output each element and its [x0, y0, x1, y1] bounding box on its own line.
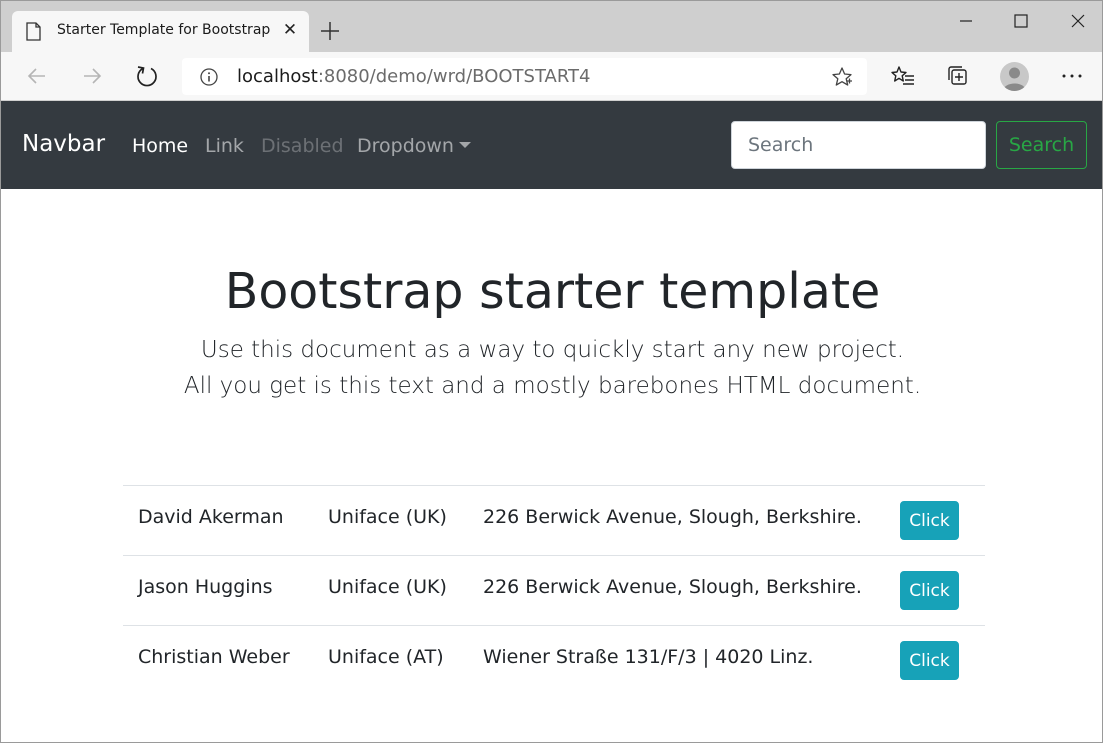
page-title: Bootstrap starter template: [224, 263, 881, 320]
new-tab-icon[interactable]: [317, 18, 343, 44]
favorites-icon[interactable]: [890, 63, 916, 89]
navbar: Navbar Home Link Disabled Dropdown Searc…: [1, 101, 1102, 189]
tab-title: Starter Template for Bootstrap: [57, 22, 271, 38]
nav-link-home[interactable]: Home: [132, 135, 188, 157]
minimize-icon[interactable]: [951, 9, 981, 33]
address-bar[interactable]: localhost:8080/demo/wrd/BOOTSTART4: [182, 58, 867, 95]
browser-toolbar: localhost:8080/demo/wrd/BOOTSTART4: [1, 52, 1102, 101]
maximize-icon[interactable]: [1006, 9, 1036, 33]
navbar-brand[interactable]: Navbar: [22, 131, 105, 157]
search-input[interactable]: [731, 121, 986, 169]
cell-address: 226 Berwick Avenue, Slough, Berkshire.: [483, 506, 862, 528]
cell-name: David Akerman: [138, 506, 284, 528]
favorite-star-icon[interactable]: [831, 66, 853, 88]
cell-company: Uniface (UK): [328, 506, 447, 528]
profile-avatar-icon[interactable]: [1000, 62, 1029, 91]
refresh-icon[interactable]: [134, 63, 160, 89]
lead-text-line-2: All you get is this text and a mostly ba…: [183, 373, 922, 399]
cell-company: Uniface (AT): [328, 646, 444, 668]
info-icon[interactable]: [199, 67, 219, 87]
url-path: :8080/demo/wrd/BOOTSTART4: [317, 66, 591, 87]
page-icon: [26, 22, 41, 41]
forward-arrow-icon[interactable]: [79, 63, 105, 89]
cell-address: 226 Berwick Avenue, Slough, Berkshire.: [483, 576, 862, 598]
nav-dropdown-label: Dropdown: [357, 135, 454, 157]
contacts-table: David Akerman Uniface (UK) 226 Berwick A…: [123, 485, 985, 695]
table-row: David Akerman Uniface (UK) 226 Berwick A…: [123, 485, 985, 555]
tab-strip: Starter Template for Bootstrap ✕: [1, 1, 1102, 52]
browser-tab[interactable]: Starter Template for Bootstrap ✕: [12, 11, 309, 52]
close-tab-icon[interactable]: ✕: [280, 20, 300, 40]
cell-name: Jason Huggins: [138, 576, 273, 598]
click-button[interactable]: Click: [900, 641, 959, 680]
cell-name: Christian Weber: [138, 646, 290, 668]
lead-text-line-1: Use this document as a way to quickly st…: [200, 337, 905, 363]
nav-dropdown[interactable]: Dropdown: [357, 135, 471, 157]
search-button[interactable]: Search: [996, 121, 1087, 169]
cell-company: Uniface (UK): [328, 576, 447, 598]
browser-window: Starter Template for Bootstrap ✕ localho…: [0, 0, 1103, 743]
url-text[interactable]: localhost:8080/demo/wrd/BOOTSTART4: [237, 66, 591, 87]
caret-down-icon: [458, 142, 471, 148]
collections-icon[interactable]: [945, 63, 971, 89]
avatar-silhouette-icon: [1003, 67, 1026, 91]
nav-link-disabled: Disabled: [261, 135, 344, 157]
click-button[interactable]: Click: [900, 571, 959, 610]
close-window-icon[interactable]: [1063, 9, 1093, 33]
more-options-icon[interactable]: [1059, 63, 1085, 89]
nav-link-link[interactable]: Link: [205, 135, 244, 157]
url-host: localhost: [237, 66, 318, 87]
table-row: Jason Huggins Uniface (UK) 226 Berwick A…: [123, 555, 985, 625]
cell-address: Wiener Straße 131/F/3 | 4020 Linz.: [483, 646, 814, 668]
table-row: Christian Weber Uniface (AT) Wiener Stra…: [123, 625, 985, 695]
click-button[interactable]: Click: [900, 501, 959, 540]
back-arrow-icon[interactable]: [24, 63, 50, 89]
